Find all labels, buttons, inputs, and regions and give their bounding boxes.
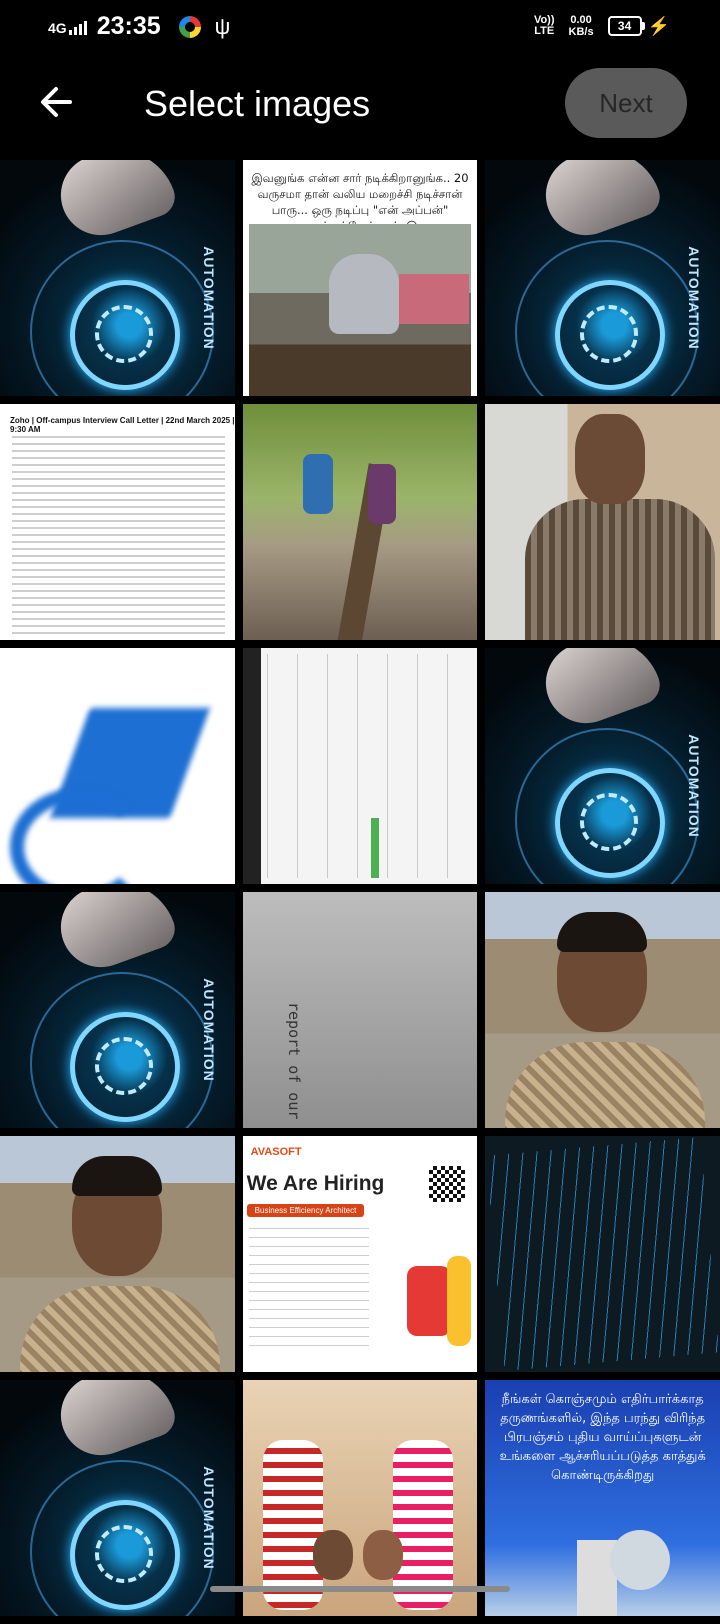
hand-graphic [534, 648, 666, 735]
shirt-graphic [525, 499, 716, 640]
green-bar [370, 818, 379, 878]
meme-photo [248, 224, 472, 396]
automation-label: AUTOMATION [200, 1466, 217, 1570]
person-figure [367, 464, 396, 524]
gear-inner-icon [95, 305, 153, 363]
gear-inner-icon [95, 1037, 153, 1095]
image-thumbnail-selfie[interactable] [485, 892, 720, 1128]
speed-unit: KB/s [568, 26, 594, 38]
garland-graphic [262, 1440, 323, 1610]
clock: 23:35 [96, 12, 161, 40]
code-lines [486, 1137, 720, 1371]
back-button[interactable] [36, 82, 76, 122]
grid-row: AUTOMATION [0, 648, 720, 884]
automation-label: AUTOMATION [200, 246, 217, 350]
body-graphic [20, 1286, 220, 1372]
hand-graphic [49, 160, 181, 247]
poster-headline: We Are Hiring [246, 1172, 385, 1195]
face-graphic [362, 1530, 403, 1580]
image-thumbnail-automation[interactable]: AUTOMATION [0, 160, 235, 396]
battery-level: 34 [617, 19, 632, 33]
next-button[interactable]: Next [565, 68, 687, 138]
hand-graphic [49, 892, 181, 979]
page-title: Select images [144, 83, 371, 124]
image-thumbnail-tree[interactable] [242, 404, 478, 640]
hair-graphic [72, 1156, 162, 1196]
image-thumbnail-logo[interactable] [0, 648, 235, 884]
qr-code-icon [429, 1166, 466, 1202]
head-graphic [575, 414, 646, 504]
chair-graphic [407, 1266, 452, 1336]
poster-brand: AVASOFT [250, 1146, 302, 1158]
battery-icon: 34 [607, 16, 645, 36]
app-bar: Select images Next [0, 60, 720, 155]
volte-icon: Vo)) LTE [534, 15, 555, 37]
hand-graphic [49, 1380, 181, 1467]
image-thumbnail-automation[interactable]: AUTOMATION [0, 892, 235, 1128]
gear-inner-icon [580, 305, 639, 363]
image-thumbnail-automation[interactable]: AUTOMATION [485, 160, 720, 396]
printout-text: report of our project in ca -- logger "t… [285, 1002, 303, 1128]
person-figure [302, 454, 333, 514]
image-thumbnail-portrait[interactable] [485, 404, 720, 640]
body-graphic [505, 1042, 706, 1128]
grid-row: Zoho | Off-campus Interview Call Letter … [0, 404, 720, 640]
usb-icon: ψ [214, 13, 231, 39]
grid-row: AUTOMATION report of our project in ca -… [0, 892, 720, 1128]
hair-graphic [557, 912, 648, 952]
grid-row: AUTOMATION இவனுங்க என்ன சார் நடிக்கிறானு… [0, 160, 720, 396]
speed-value: 0.00 [570, 14, 592, 26]
gear-inner-icon [95, 1525, 153, 1583]
document-title: Zoho | Off-campus Interview Call Letter … [10, 416, 235, 434]
image-thumbnail-hiring-poster[interactable]: AVASOFT We Are Hiring Business Efficienc… [242, 1136, 478, 1372]
automation-label: AUTOMATION [200, 978, 217, 1082]
network-type: 4G [48, 19, 67, 36]
image-thumbnail-automation[interactable]: AUTOMATION [485, 648, 720, 884]
taskbar-graphic [242, 648, 261, 884]
charging-icon: ⚡ [647, 15, 670, 36]
image-thumbnail-automation[interactable]: AUTOMATION [0, 1380, 235, 1616]
image-thumbnail-document[interactable]: Zoho | Off-campus Interview Call Letter … [0, 404, 235, 640]
document-body [12, 436, 225, 634]
image-thumbnail-quote[interactable]: நீங்கள் கொஞ்சமும் எதிர்பார்க்காத தருணங்க… [485, 1380, 720, 1616]
grid-row: AVASOFT We Are Hiring Business Efficienc… [0, 1136, 720, 1372]
status-right: Vo)) LTE 0.00 KB/s 34 ⚡ [534, 14, 670, 38]
hand-graphic [534, 160, 666, 247]
image-thumbnail-screenshot[interactable] [242, 648, 478, 884]
person-graphic [447, 1256, 472, 1346]
gear-inner-icon [580, 793, 639, 851]
automation-label: AUTOMATION [686, 246, 703, 350]
image-thumbnail-selfie[interactable] [0, 1136, 235, 1372]
signal-icon [68, 19, 87, 35]
quote-text: நீங்கள் கொஞ்சமும் எதிர்பார்க்காத தருணங்க… [499, 1392, 706, 1483]
network-indicator: 4G [48, 19, 87, 35]
dome-graphic [610, 1530, 671, 1590]
image-grid: AUTOMATION இவனுங்க என்ன சார் நடிக்கிறானு… [0, 160, 720, 1624]
garland-graphic [392, 1440, 453, 1610]
status-bar: 4G 23:35 ψ Vo)) LTE 0.00 KB/s 34 ⚡ [0, 0, 720, 60]
home-indicator[interactable] [210, 1586, 510, 1592]
poster-details [248, 1228, 369, 1352]
image-thumbnail-code[interactable] [485, 1136, 720, 1372]
status-left: 4G 23:35 ψ [48, 12, 230, 41]
network-speed: 0.00 KB/s [569, 14, 594, 38]
image-thumbnail-paper-printout[interactable]: report of our project in ca -- logger "t… [242, 892, 478, 1128]
image-thumbnail-meme[interactable]: இவனுங்க என்ன சார் நடிக்கிறானுங்க.. 20 வர… [242, 160, 478, 396]
automation-label: AUTOMATION [686, 734, 703, 838]
arrow-left-icon [41, 87, 72, 117]
volte-bottom: LTE [534, 25, 555, 37]
poster-role: Business Efficiency Architect [246, 1204, 365, 1217]
face-graphic [312, 1530, 353, 1580]
app-notification-icon [178, 15, 201, 38]
grid-row: AUTOMATION நீங்கள் கொஞ்சமும் எதிர்பார்க்… [0, 1380, 720, 1616]
image-thumbnail-wedding[interactable] [242, 1380, 478, 1616]
